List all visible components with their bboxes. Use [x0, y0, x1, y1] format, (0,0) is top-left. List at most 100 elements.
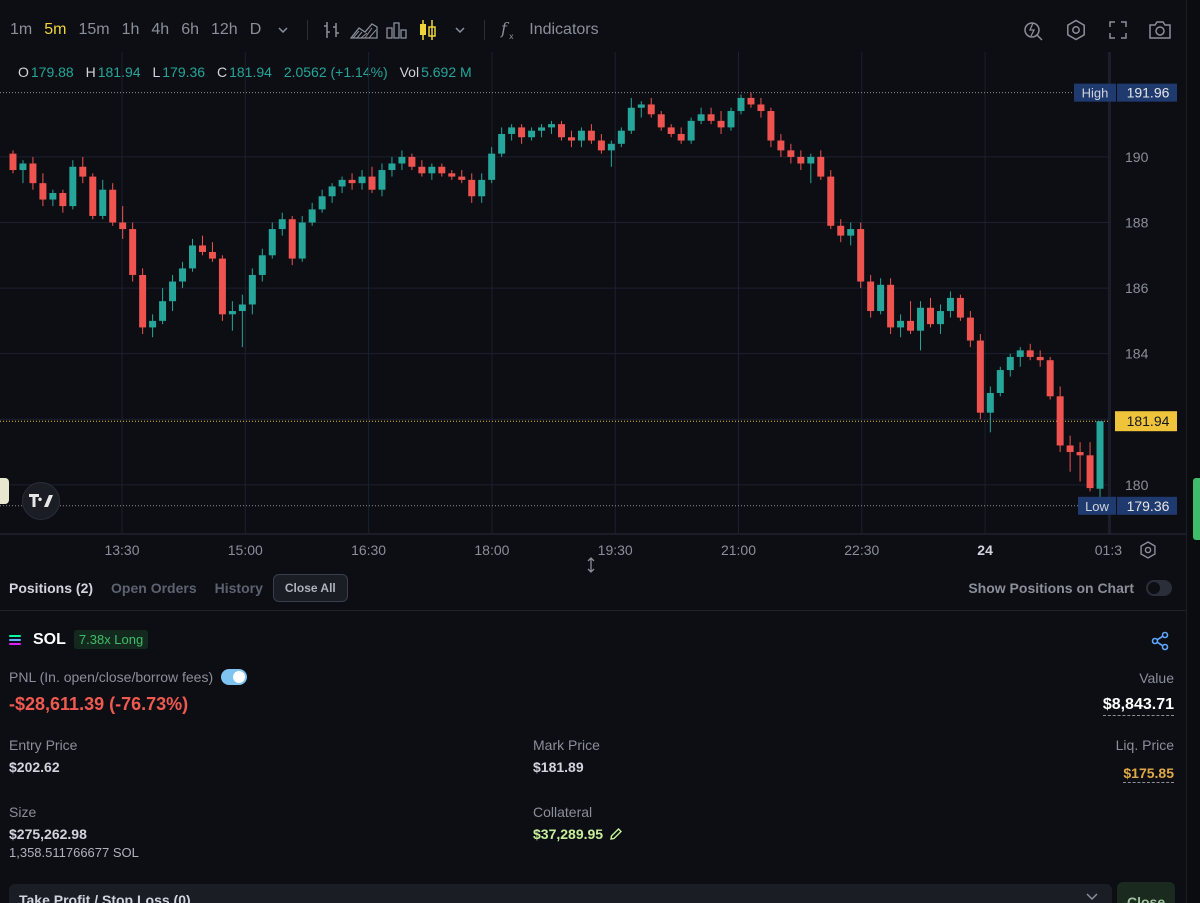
tpsl-label: Take Profit / Stop Loss (0) — [19, 892, 191, 903]
column-chart-icon[interactable] — [380, 8, 412, 52]
candle-body — [518, 127, 526, 138]
tab-open-orders[interactable]: Open Orders — [111, 580, 197, 596]
left-panel-handle[interactable] — [0, 478, 9, 504]
candle-body — [348, 179, 356, 184]
candlestick-chart-icon[interactable] — [412, 8, 444, 52]
candle-body — [9, 153, 17, 171]
mark-price-label: Mark Price — [533, 737, 600, 753]
candle-body — [149, 320, 157, 328]
position-value[interactable]: $8,843.71 — [1102, 696, 1174, 716]
share-icon[interactable] — [1150, 631, 1170, 651]
candle-body — [488, 153, 496, 180]
mark-price-value: $181.89 — [533, 759, 584, 775]
candle-body — [238, 304, 246, 312]
edit-pencil-icon[interactable] — [609, 827, 623, 841]
take-profit-stop-loss-bar[interactable]: Take Profit / Stop Loss (0) — [9, 884, 1112, 903]
candle-body — [189, 245, 196, 269]
leverage-badge: 7.38x Long — [73, 630, 149, 649]
indicators-button[interactable]: Indicators — [529, 21, 598, 39]
high-value-label: 191.96 — [1127, 85, 1170, 101]
quick-search-icon[interactable] — [1018, 8, 1050, 52]
chevron-down-icon[interactable] — [267, 8, 299, 52]
chevron-down-icon[interactable] — [444, 8, 476, 52]
timeframe-4h-button[interactable]: 4h — [145, 8, 175, 52]
candle-body — [637, 104, 645, 108]
candle-body — [268, 229, 276, 256]
candle-body — [179, 268, 187, 282]
x-tick-label: 22:30 — [844, 542, 879, 558]
bars-chart-icon[interactable] — [316, 8, 348, 52]
y-tick-label: 188 — [1125, 215, 1149, 231]
size-label: Size — [9, 804, 37, 820]
chart-settings-icon[interactable] — [1138, 540, 1158, 560]
timeframe-12h-button[interactable]: 12h — [205, 8, 244, 52]
fullscreen-icon[interactable] — [1102, 8, 1134, 52]
candle-body — [69, 166, 77, 207]
pnl-fees-toggle[interactable] — [221, 669, 248, 685]
candle-body — [218, 258, 226, 315]
x-tick-label: 16:30 — [351, 542, 386, 558]
close-position-button[interactable]: Close — [1117, 882, 1175, 903]
candle-body — [498, 133, 506, 154]
candle-body — [737, 97, 745, 112]
candle-body — [976, 340, 984, 413]
toolbar-divider — [307, 20, 309, 40]
candle-body — [1046, 360, 1054, 397]
timeframe-1h-button[interactable]: 1h — [116, 8, 146, 52]
timeframe-1m-button[interactable]: 1m — [4, 8, 38, 52]
candle-body — [169, 281, 177, 302]
entry-price-value: $202.62 — [9, 759, 60, 775]
candle-body — [278, 219, 286, 230]
area-chart-icon[interactable] — [348, 8, 380, 52]
panel-divider — [0, 610, 1186, 611]
close-all-button[interactable]: Close All — [272, 574, 348, 602]
candle-body — [647, 104, 655, 115]
candle-body — [298, 222, 306, 259]
right-panel-edge — [1186, 0, 1200, 903]
candle-body — [907, 320, 915, 331]
camera-icon[interactable] — [1144, 8, 1176, 52]
settings-icon[interactable] — [1060, 8, 1092, 52]
right-panel-accent[interactable] — [1193, 478, 1200, 540]
candle-body — [867, 281, 875, 312]
candle-body — [926, 307, 934, 325]
y-tick-label: 180 — [1125, 477, 1149, 493]
candle-body — [528, 130, 536, 138]
timeframe-15m-button[interactable]: 15m — [72, 8, 115, 52]
y-tick-label: 186 — [1125, 280, 1149, 296]
candle-body — [597, 140, 605, 151]
candle-body — [986, 393, 994, 413]
candle-body — [777, 140, 785, 151]
function-icon[interactable]: fx — [493, 8, 525, 52]
candle-body — [837, 225, 845, 236]
size-value: $275,262.98 — [9, 826, 87, 842]
timeframe-6h-button[interactable]: 6h — [175, 8, 205, 52]
tab-positions-label: Positions — [9, 580, 73, 596]
candle-body — [89, 176, 97, 216]
candle-body — [917, 307, 925, 331]
candle-body — [448, 173, 456, 177]
candle-body — [428, 166, 436, 174]
show-positions-toggle[interactable] — [1146, 580, 1172, 596]
candle-body — [827, 176, 835, 226]
candle-body — [627, 107, 635, 131]
show-positions-toggle-row: Show Positions on Chart — [968, 580, 1172, 596]
timeframe-selector: 1m 5m 15m 1h 4h 6h 12h D — [0, 8, 267, 52]
tab-positions[interactable]: Positions (2) — [9, 580, 93, 596]
price-chart[interactable]: 190 188 186 184 180 13:30 15:00 16:30 18:00 19:30… — [0, 52, 1186, 572]
candle-body — [109, 189, 117, 223]
candle-body — [308, 209, 316, 223]
liq-price-value[interactable]: $175.85 — [1123, 765, 1174, 783]
candle-body — [697, 114, 705, 121]
resize-handle-icon[interactable] — [585, 556, 597, 574]
candle-body — [1066, 445, 1074, 453]
tab-history[interactable]: History — [215, 580, 263, 596]
solana-icon — [9, 632, 25, 648]
svg-text:x: x — [509, 32, 514, 41]
candle-body — [847, 229, 855, 236]
candle-body — [408, 156, 416, 167]
candle-body — [1006, 356, 1014, 371]
timeframe-5m-button[interactable]: 5m — [38, 8, 72, 52]
size-sol-value: 1,358.511766677 SOL — [9, 845, 139, 860]
timeframe-d-button[interactable]: D — [244, 8, 268, 52]
